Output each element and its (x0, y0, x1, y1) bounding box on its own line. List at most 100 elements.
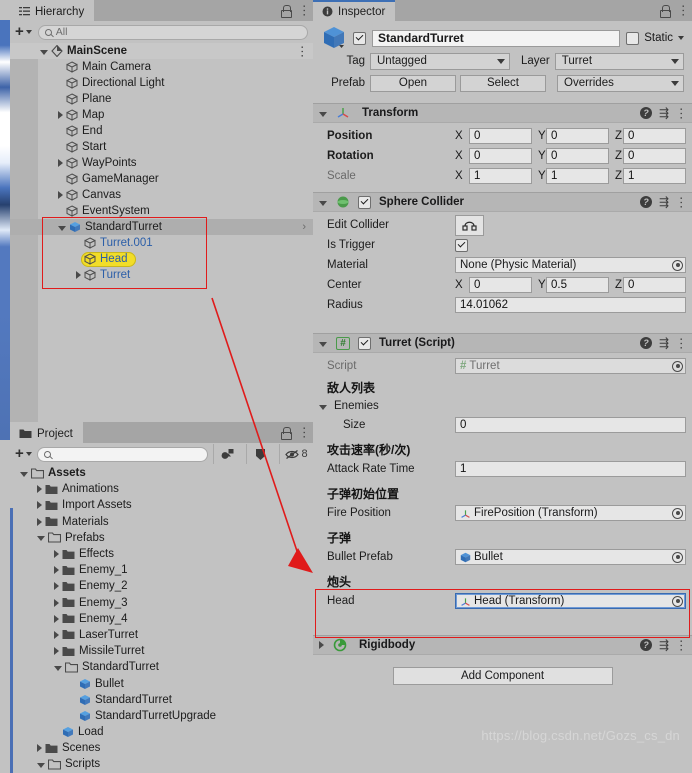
project-item-prefabs[interactable]: Prefabs (10, 530, 313, 546)
transform-x-input[interactable]: 0 (469, 148, 532, 164)
project-item-enemy-1[interactable]: Enemy_1 (10, 562, 313, 578)
inspector-lock-button[interactable] (655, 0, 674, 21)
hierarchy-item-standardturret[interactable]: StandardTurret › (10, 219, 313, 235)
transform-header[interactable]: Transform ? ⇶ ⋯ (313, 103, 692, 123)
chevron-down-icon[interactable] (678, 36, 684, 40)
edit-collider-button[interactable] (455, 214, 484, 236)
inspector-menu-button[interactable]: ⋯ (674, 0, 692, 21)
bullet-prefab-object-field[interactable]: Bullet (455, 549, 686, 565)
project-hidden-toggle[interactable]: 8 (279, 444, 313, 464)
project-item-bullet[interactable]: Bullet (10, 675, 313, 691)
radius-input[interactable]: 14.01062 (455, 297, 686, 313)
object-picker-icon[interactable] (672, 507, 683, 519)
project-item-effects[interactable]: Effects (10, 546, 313, 562)
chevron-right-icon[interactable] (58, 159, 63, 167)
chevron-down-icon[interactable] (54, 665, 62, 671)
chevron-right-icon[interactable] (37, 517, 42, 526)
chevron-down-icon[interactable] (37, 536, 45, 542)
project-item-materials[interactable]: Materials (10, 514, 313, 530)
hierarchy-item-head[interactable]: Head (10, 251, 313, 267)
chevron-down-icon[interactable] (40, 49, 48, 55)
project-menu-button[interactable]: ⋯ (295, 422, 313, 443)
static-checkbox[interactable] (626, 31, 640, 45)
layer-dropdown[interactable]: Turret (554, 52, 684, 70)
chevron-right-icon[interactable] (37, 501, 42, 510)
chevron-right-icon[interactable] (54, 614, 59, 623)
project-item-enemy-4[interactable]: Enemy_4 (10, 611, 313, 627)
hierarchy-item-plane[interactable]: Plane (10, 91, 313, 107)
hierarchy-item-eventsystem[interactable]: EventSystem (10, 203, 313, 219)
chevron-down-icon[interactable] (319, 111, 327, 117)
tab-inspector[interactable]: Inspector (313, 0, 396, 21)
preset-icon[interactable]: ⇶ (659, 106, 669, 120)
kebab-icon[interactable]: ⋯ (674, 639, 689, 652)
tab-project[interactable]: Project (10, 422, 83, 443)
project-item-enemy-2[interactable]: Enemy_2 (10, 578, 313, 594)
center-y-input[interactable]: 0.5 (546, 277, 609, 293)
object-picker-icon[interactable] (672, 259, 683, 271)
center-z-input[interactable]: 0 (623, 277, 686, 293)
chevron-right-icon[interactable] (54, 550, 59, 559)
material-object-field[interactable]: None (Physic Material) (455, 257, 686, 273)
hierarchy-item-start[interactable]: Start (10, 139, 313, 155)
project-search-input[interactable] (36, 446, 208, 462)
enemies-foldout[interactable]: Enemies (319, 400, 455, 412)
chevron-down-icon[interactable] (319, 200, 327, 206)
project-item-standardturret[interactable]: StandardTurret (10, 692, 313, 708)
head-object-field[interactable]: Head (Transform) (455, 593, 686, 609)
tab-hierarchy[interactable]: Hierarchy (10, 0, 95, 21)
chevron-right-icon[interactable] (58, 111, 63, 119)
chevron-down-icon[interactable] (58, 225, 66, 231)
hierarchy-item-gamemanager[interactable]: GameManager (10, 171, 313, 187)
transform-x-input[interactable]: 0 (469, 128, 532, 144)
hierarchy-lock-button[interactable] (276, 0, 295, 21)
hierarchy-item-directional-light[interactable]: Directional Light (10, 75, 313, 91)
hierarchy-item-turret[interactable]: Turret (10, 267, 313, 283)
chevron-right-icon[interactable] (54, 630, 59, 639)
sphere-collider-enabled-checkbox[interactable] (358, 195, 371, 209)
project-tree[interactable]: Assets Animations Import Assets Materials Pr… (10, 465, 313, 773)
transform-z-input[interactable]: 0 (623, 128, 686, 144)
chevron-down-icon[interactable] (20, 471, 28, 477)
chevron-down-icon[interactable] (37, 762, 45, 768)
chevron-right-icon[interactable] (54, 566, 59, 575)
hierarchy-item-main-camera[interactable]: Main Camera (10, 59, 313, 75)
chevron-down-icon[interactable] (319, 341, 327, 347)
hierarchy-item-waypoints[interactable]: WayPoints (10, 155, 313, 171)
help-icon[interactable]: ? (639, 639, 652, 651)
prefab-select-button[interactable]: Select (460, 74, 546, 92)
kebab-icon[interactable]: ⋯ (674, 196, 689, 209)
project-item-enemy-3[interactable]: Enemy_3 (10, 595, 313, 611)
project-item-scenes[interactable]: Scenes (10, 740, 313, 756)
hierarchy-item-map[interactable]: Map (10, 107, 313, 123)
hierarchy-tree[interactable]: MainScene ⋯ Main Camera Directional Light Pl… (10, 43, 313, 440)
center-x-input[interactable]: 0 (469, 277, 532, 293)
chevron-down-icon[interactable] (319, 404, 327, 410)
chevron-right-icon[interactable] (54, 647, 59, 656)
rigidbody-header[interactable]: Rigidbody ? ⇶ ⋯ (313, 635, 692, 655)
prefab-overrides-dropdown[interactable]: Overrides (557, 74, 684, 92)
object-picker-icon[interactable] (672, 595, 683, 607)
transform-y-input[interactable]: 0 (546, 128, 609, 144)
hierarchy-item-canvas[interactable]: Canvas (10, 187, 313, 203)
preset-icon[interactable]: ⇶ (659, 638, 669, 652)
hierarchy-create-button[interactable]: + (15, 24, 32, 39)
help-icon[interactable]: ? (639, 107, 652, 119)
hierarchy-menu-button[interactable]: ⋯ (295, 0, 313, 21)
chevron-right-icon[interactable]: › (302, 221, 306, 233)
prefab-open-button[interactable]: Open (370, 74, 456, 92)
transform-z-input[interactable]: 0 (623, 148, 686, 164)
hierarchy-item-turret-001[interactable]: Turret.001 (10, 235, 313, 251)
transform-z-input[interactable]: 1 (623, 168, 686, 184)
kebab-icon[interactable]: ⋯ (674, 107, 689, 120)
preset-icon[interactable]: ⇶ (659, 195, 669, 209)
hierarchy-item-end[interactable]: End (10, 123, 313, 139)
hierarchy-item-mainscene[interactable]: MainScene ⋯ (10, 43, 313, 59)
chevron-right-icon[interactable] (319, 641, 324, 649)
fire-position-object-field[interactable]: FirePosition (Transform) (455, 505, 686, 521)
gameobject-enabled-checkbox[interactable] (353, 31, 366, 45)
project-item-animations[interactable]: Animations (10, 481, 313, 497)
project-item-scripts[interactable]: Scripts (10, 756, 313, 772)
project-item-missileturret[interactable]: MissileTurret (10, 643, 313, 659)
project-create-button[interactable]: + (15, 446, 32, 461)
